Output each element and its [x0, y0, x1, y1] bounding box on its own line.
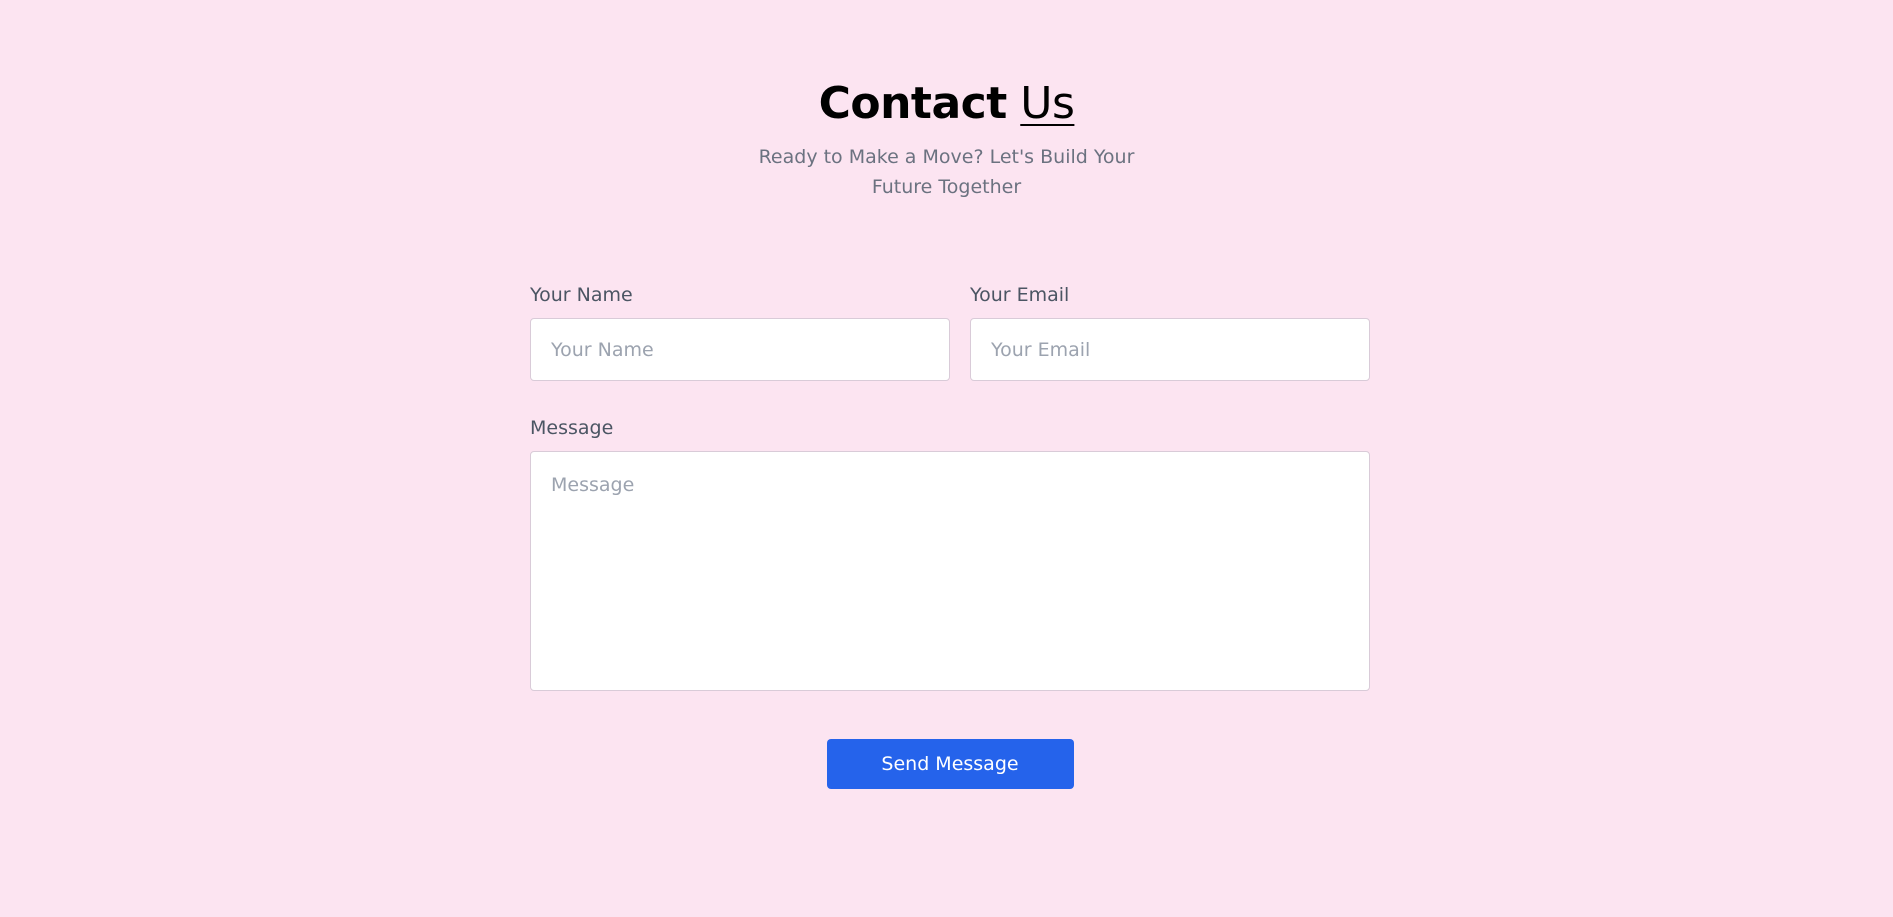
email-label: Your Email	[970, 284, 1070, 306]
page-subtitle: Ready to Make a Move? Let's Build Your F…	[758, 146, 1135, 198]
name-input[interactable]	[530, 318, 950, 381]
name-email-row: Your Name Your Email	[530, 280, 1370, 381]
contact-form: Your Name Your Email Message Send Messag…	[530, 280, 1370, 789]
page-title-strong: Contact	[818, 78, 1008, 129]
message-field: Message	[530, 413, 1370, 691]
email-input[interactable]	[970, 318, 1370, 381]
message-label: Message	[530, 417, 614, 439]
contact-page: Contact Us Ready to Make a Move? Let's B…	[0, 0, 1893, 917]
name-label: Your Name	[530, 284, 633, 306]
page-title: Contact Us	[0, 76, 1893, 132]
message-textarea[interactable]	[530, 451, 1370, 691]
name-field: Your Name	[530, 280, 950, 381]
form-actions: Send Message	[530, 739, 1370, 789]
email-field: Your Email	[970, 280, 1370, 381]
page-title-light: Us	[1020, 78, 1075, 129]
contact-header: Contact Us Ready to Make a Move? Let's B…	[0, 76, 1893, 202]
send-message-button[interactable]: Send Message	[826, 739, 1074, 789]
